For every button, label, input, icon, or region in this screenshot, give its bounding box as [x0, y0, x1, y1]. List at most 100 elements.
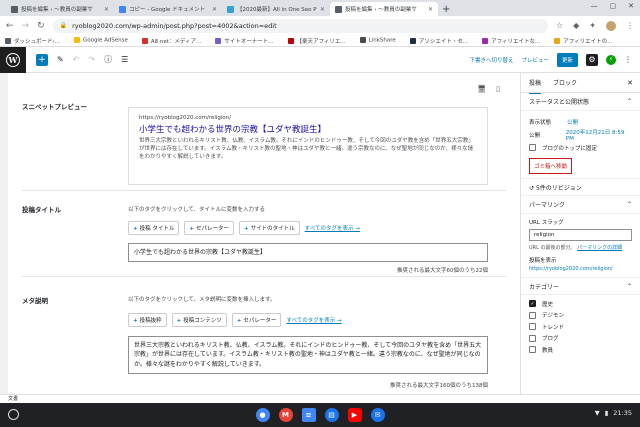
- meta-description-textarea[interactable]: 世界三大宗教といわれるキリスト教、仏教、イスラム教。それにインドのヒンドゥー教、…: [128, 336, 488, 374]
- revisions-row[interactable]: ↺ 5件のリビジョン: [521, 178, 640, 196]
- wordpress-logo-icon[interactable]: W: [0, 46, 26, 73]
- view-post-label: 投稿を表示: [529, 258, 557, 264]
- close-sidebar-icon[interactable]: ✕: [627, 79, 633, 87]
- tab-close-icon[interactable]: ✕: [320, 6, 325, 13]
- category-checkbox[interactable]: [529, 311, 536, 319]
- jetpack-icon[interactable]: ⚡: [606, 54, 616, 65]
- url-slug-input[interactable]: religion: [529, 229, 632, 241]
- tab-title: 【2020最新】All in One Seo P: [237, 7, 317, 13]
- tab-close-icon[interactable]: ✕: [428, 6, 433, 13]
- bookmark-item[interactable]: アソシエイト・セ...: [409, 37, 468, 45]
- bookmark-item[interactable]: Google AdSense: [73, 37, 128, 44]
- add-block-button[interactable]: +: [36, 53, 48, 66]
- bookmark-item[interactable]: アフィリエイトの...: [554, 37, 612, 45]
- switch-to-draft-button[interactable]: 下書きへ切り替え: [469, 56, 513, 64]
- system-tray[interactable]: ▼ ▮ 21:35: [595, 409, 632, 417]
- battery-icon: ▮: [604, 409, 609, 417]
- launcher-icon[interactable]: [8, 409, 19, 420]
- bookmark-item[interactable]: A8.net：メディア...: [141, 37, 201, 45]
- youtube-app-icon[interactable]: ▶: [347, 408, 362, 422]
- tab-block[interactable]: ブロック: [553, 78, 577, 87]
- tag-chip-site-title[interactable]: + サイトのタイトル: [238, 221, 300, 235]
- bookmark-item[interactable]: アフィリエイトな...: [482, 37, 540, 45]
- tag-chip-post-content[interactable]: + 投稿コンテンツ: [171, 313, 227, 327]
- redo-icon[interactable]: ↷: [88, 55, 95, 64]
- tab-close-icon[interactable]: ✕: [104, 6, 109, 13]
- tab-favicon-icon: [227, 5, 234, 13]
- browser-tab[interactable]: コピー - Google ドキュメント ✕: [114, 2, 222, 16]
- maximize-icon[interactable]: ▢: [610, 2, 617, 10]
- show-all-tags-link[interactable]: すべてのタグを表示 →: [286, 316, 341, 324]
- publish-label: 公開: [529, 132, 541, 139]
- chevron-up-icon: ⌃: [626, 201, 632, 208]
- back-icon[interactable]: ←: [6, 21, 14, 31]
- category-checkbox[interactable]: [529, 323, 536, 331]
- categories-toggle[interactable]: カテゴリー ⌃: [521, 277, 640, 295]
- category-item[interactable]: トレンド: [521, 321, 640, 333]
- seo-title-input[interactable]: 小学生でも超わかる世界の宗教【ユダヤ教誕生】: [128, 243, 488, 263]
- desktop-preview-icon[interactable]: 🖥: [477, 85, 486, 93]
- tag-chip-separator[interactable]: + セパレーター: [231, 313, 282, 327]
- list-view-icon[interactable]: ☰: [121, 55, 128, 64]
- bookmark-item[interactable]: 【楽天アフィリエ...: [287, 37, 346, 45]
- category-item[interactable]: ブログ: [521, 333, 640, 345]
- browser-tab-active[interactable]: 投稿を編集 ‹ 〜教員の副業サ ✕: [330, 2, 438, 16]
- files-app-icon[interactable]: ▤: [324, 408, 339, 422]
- preview-button[interactable]: プレビュー: [521, 56, 549, 64]
- show-all-tags-link[interactable]: すべてのタグを表示 →: [305, 224, 360, 232]
- move-to-trash-button[interactable]: ゴミ箱へ移動: [529, 158, 573, 174]
- browser-tab-strip: 投稿を編集 ‹ 〜教員の副業サ ✕ コピー - Google ドキュメント ✕ 【2…: [0, 0, 640, 16]
- mobile-preview-icon[interactable]: ▯: [496, 85, 500, 93]
- sticky-row[interactable]: ブログのトップに固定: [521, 141, 640, 154]
- tab-close-icon[interactable]: ✕: [212, 6, 217, 13]
- permalink-toggle[interactable]: パーマリンク ⌃: [521, 196, 640, 214]
- tag-chip-post-excerpt[interactable]: + 投稿抜粋: [128, 313, 167, 327]
- category-checkbox[interactable]: [529, 346, 536, 354]
- update-button[interactable]: 更新: [556, 52, 578, 67]
- browser-menu-icon[interactable]: ⋮: [626, 21, 634, 30]
- category-item[interactable]: 教員: [521, 344, 640, 356]
- reload-icon[interactable]: ↻: [37, 21, 45, 31]
- undo-icon[interactable]: ↶: [73, 55, 80, 64]
- messages-app-icon[interactable]: ✉: [370, 408, 385, 422]
- bookmark-item[interactable]: ダッシュボード‹...: [5, 37, 60, 45]
- editor-gutter: [0, 73, 8, 394]
- docs-app-icon[interactable]: ≡: [301, 408, 316, 422]
- browser-tab[interactable]: 【2020最新】All in One Seo P ✕: [222, 2, 330, 16]
- category-item[interactable]: ✓ 歴史: [521, 298, 640, 310]
- edit-pencil-icon[interactable]: ✎: [57, 55, 64, 64]
- info-icon[interactable]: ⓘ: [104, 54, 112, 65]
- category-checkbox[interactable]: ✓: [529, 300, 536, 308]
- gmail-app-icon[interactable]: M: [278, 408, 293, 422]
- url-field[interactable]: 🔒 ryoblog2020.com/wp-admin/post.php?post…: [52, 18, 548, 33]
- extension-icon[interactable]: ◆: [573, 21, 579, 30]
- tab-post[interactable]: 投稿: [529, 73, 542, 94]
- os-shelf: ● M ≡ ▤ ▶ ✉ ▼ ▮ 21:35: [0, 403, 640, 427]
- bookmark-item[interactable]: LinkShare: [359, 37, 396, 44]
- bookmark-favicon-icon: [215, 38, 222, 44]
- extensions-puzzle-icon[interactable]: ✦: [589, 21, 596, 30]
- sticky-checkbox[interactable]: [529, 144, 536, 151]
- permalink-details-link[interactable]: パーマリンクの詳細: [577, 245, 622, 251]
- forward-icon[interactable]: →: [22, 21, 30, 31]
- chevron-up-icon: ⌃: [626, 282, 632, 290]
- bookmark-star-icon[interactable]: ☆: [556, 21, 563, 30]
- tag-chip-separator[interactable]: + セパレーター: [184, 221, 234, 235]
- title-char-count: 推奨される最大文字60個のうち22個: [397, 268, 488, 274]
- tag-chip-post-title[interactable]: + 投稿 タイトル: [128, 221, 180, 235]
- category-item[interactable]: デジモン: [521, 310, 640, 322]
- close-window-icon[interactable]: ✕: [628, 2, 634, 10]
- browser-tab[interactable]: 投稿を編集 ‹ 〜教員の副業サ ✕: [6, 2, 114, 16]
- settings-gear-icon[interactable]: ⚙: [586, 53, 598, 66]
- more-options-icon[interactable]: ⋮: [624, 55, 632, 64]
- publish-date-value[interactable]: 2020年12月21日 8:59 PM: [566, 128, 632, 142]
- chrome-app-icon[interactable]: ●: [255, 408, 270, 422]
- visibility-value[interactable]: 公開: [567, 118, 578, 126]
- avatar[interactable]: [606, 20, 616, 31]
- category-checkbox[interactable]: [529, 334, 536, 342]
- status-visibility-toggle[interactable]: ステータスと公開状態 ⌃: [521, 93, 640, 111]
- new-tab-icon[interactable]: +: [442, 4, 450, 15]
- minimize-icon[interactable]: —: [591, 2, 598, 10]
- view-post-link[interactable]: https://ryoblog2020.com/religion/: [521, 266, 640, 272]
- bookmark-item[interactable]: サイトオーナート...: [215, 37, 274, 45]
